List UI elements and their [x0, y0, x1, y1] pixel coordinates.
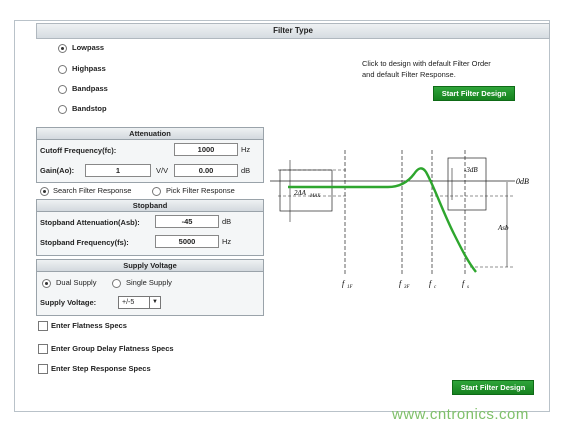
gain-db-input[interactable]: 0.00 [174, 164, 238, 177]
dual-supply-label[interactable]: Dual Supply [56, 278, 96, 287]
radio-pick-filter-response[interactable] [152, 187, 161, 196]
radio-dual-supply[interactable] [42, 279, 51, 288]
start-filter-design-button-top[interactable]: Start Filter Design [433, 86, 515, 101]
watermark-text: www.cntronics.com [392, 406, 529, 423]
gain-vv-input[interactable]: 1 [85, 164, 151, 177]
attenuation-title: Attenuation [37, 128, 263, 140]
f3f-label: f [399, 279, 403, 288]
stopband-frequency-input[interactable]: 5000 [155, 235, 219, 248]
radio-bandstop[interactable] [58, 105, 67, 114]
design-hint-line2: and default Filter Response. [362, 70, 456, 79]
stopband-group: Stopband [36, 199, 264, 256]
cutoff-frequency-label: Cutoff Frequency(fc): [40, 146, 117, 155]
search-filter-response-label[interactable]: Search Filter Response [53, 186, 131, 195]
stopband-attenuation-input[interactable]: -45 [155, 215, 219, 228]
f3f-label-sub: 3F [404, 285, 411, 290]
zero-db-label: 0dB [516, 177, 529, 186]
cutoff-unit: Hz [241, 145, 251, 154]
stopband-frequency-unit: Hz [222, 237, 232, 246]
start-filter-design-button-bottom[interactable]: Start Filter Design [452, 380, 534, 395]
pick-filter-response-label[interactable]: Pick Filter Response [166, 186, 235, 195]
f1f-label-sub: 1F [347, 285, 354, 290]
supply-voltage-label: Supply Voltage: [40, 298, 97, 307]
gain-label: Gain(Ao): [40, 166, 75, 175]
radio-single-supply[interactable] [112, 279, 121, 288]
checkbox-group-delay-flatness-specs[interactable] [38, 344, 48, 354]
supply-voltage-select[interactable]: +/-5 ▼ [118, 296, 161, 309]
radio-bandpass[interactable] [58, 85, 67, 94]
filter-response-diagram: 0dB -3dB 2ΔA MAX Asb f 1F f 3F f c f s [270, 150, 529, 290]
stopband-frequency-label: Stopband Frequency(fs): [40, 238, 129, 247]
radio-lowpass[interactable] [58, 44, 67, 53]
supply-voltage-title: Supply Voltage [37, 260, 263, 272]
radio-bandstop-label[interactable]: Bandstop [72, 104, 107, 113]
single-supply-label[interactable]: Single Supply [126, 278, 172, 287]
gain-vv-unit: V/V [156, 166, 169, 175]
radio-highpass[interactable] [58, 65, 67, 74]
f1f-label: f [342, 279, 346, 288]
radio-highpass-label[interactable]: Highpass [72, 64, 106, 73]
flatness-specs-label[interactable]: Enter Flatness Specs [51, 321, 127, 330]
stopband-attenuation-unit: dB [222, 217, 232, 226]
radio-search-filter-response[interactable] [40, 187, 49, 196]
checkbox-flatness-specs[interactable] [38, 321, 48, 331]
cutoff-frequency-input[interactable]: 1000 [174, 143, 238, 156]
ripple-label-sub: MAX [309, 194, 321, 199]
ripple-label: 2ΔA [294, 189, 307, 197]
group-delay-flatness-specs-label[interactable]: Enter Group Delay Flatness Specs [51, 344, 174, 353]
fs-label: f [462, 279, 466, 288]
radio-lowpass-label[interactable]: Lowpass [72, 43, 104, 52]
stopband-attenuation-label: Stopband Attenuation(Asb): [40, 218, 140, 227]
fc-label-sub: c [434, 285, 437, 290]
ripple-box [279, 169, 333, 212]
stopband-title: Stopband [37, 200, 263, 212]
minus-3db-label: -3dB [464, 166, 478, 174]
fc-label: f [429, 279, 433, 288]
fs-label-sub: s [467, 285, 469, 290]
chevron-down-icon[interactable]: ▼ [149, 297, 160, 308]
asb-label: Asb [497, 224, 509, 232]
gain-db-unit: dB [241, 166, 251, 175]
radio-bandpass-label[interactable]: Bandpass [72, 84, 108, 93]
supply-voltage-value: +/-5 [122, 299, 135, 306]
design-hint-line1: Click to design with default Filter Orde… [362, 59, 491, 68]
checkbox-step-response-specs[interactable] [38, 364, 48, 374]
step-response-specs-label[interactable]: Enter Step Response Specs [51, 364, 151, 373]
filter-type-header: Filter Type [36, 23, 550, 39]
